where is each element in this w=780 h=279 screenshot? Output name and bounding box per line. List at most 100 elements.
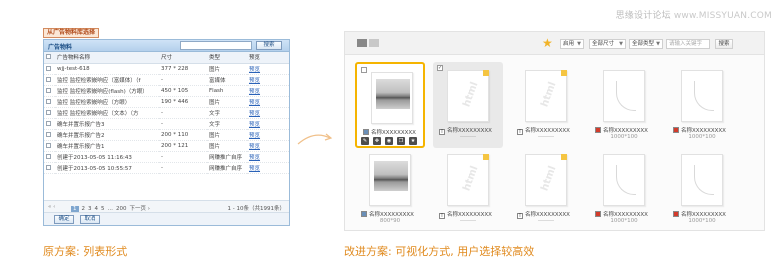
card-meta: -------- <box>460 134 476 140</box>
material-card[interactable]: 名称XXXXXXXXX 1000*100 <box>589 62 659 148</box>
card-name: 名称XXXXXXXXX <box>361 210 423 218</box>
move-icon[interactable]: ✥ <box>373 137 381 145</box>
html-placeholder-label: html <box>539 80 559 109</box>
row-preview-link[interactable]: 预览 <box>247 140 289 153</box>
row-preview-link[interactable]: 预览 <box>247 151 289 164</box>
type-filter-select[interactable]: 全部类型 ▼ <box>629 39 663 49</box>
table-row[interactable]: 确车并置乐报广告1 200 * 121 图片 预览 <box>44 140 289 153</box>
table-row[interactable]: 监控 监控检索嵌响应（富媒体）（f - 富媒体 预览 <box>44 74 289 86</box>
row-checkbox[interactable] <box>44 140 55 153</box>
row-type: 网赚推广自序 <box>207 151 247 164</box>
old-panel-frame: 广告物料 搜索 广告物料名称 尺寸 类型 预览 wjj-test-618 377 … <box>43 39 290 226</box>
row-size: 200 * 110 <box>159 129 207 142</box>
row-checkbox[interactable] <box>44 107 55 119</box>
pager-prev-arrows[interactable]: « ‹ <box>48 204 55 210</box>
table-row[interactable]: 监控 监控检索嵌响应(flash)（方眼） 450 * 105 Flash 预览 <box>44 85 289 97</box>
card-thumbnail[interactable]: html <box>447 154 489 206</box>
table-row[interactable]: wjj-test-618 377 * 228 图片 预览 <box>44 63 289 75</box>
material-card[interactable]: 名称XXXXXXXXX 800*90 <box>355 146 425 232</box>
card-thumbnail[interactable] <box>603 70 645 122</box>
row-name: 创建于2013-05-05 10:55:57 <box>55 162 159 175</box>
copy-icon[interactable]: ❐ <box>397 137 405 145</box>
old-material-table: 广告物料名称 尺寸 类型 预览 wjj-test-618 377 * 228 图片预… <box>44 52 289 175</box>
card-thumbnail[interactable]: html <box>525 70 567 122</box>
chevron-down-icon: ▼ <box>656 41 660 47</box>
card-thumbnail[interactable] <box>681 154 723 206</box>
row-preview-link[interactable]: 预览 <box>247 63 289 75</box>
old-panel-header: 广告物料 搜索 <box>44 40 289 52</box>
material-card[interactable]: 名称XXXXXXXXX 1000*100 <box>667 146 737 232</box>
card-thumbnail[interactable] <box>681 70 723 122</box>
favorite-star-icon[interactable]: ★ <box>542 37 553 49</box>
material-card[interactable]: 名称XXXXXXXXX 1000*100 <box>589 146 659 232</box>
preview-icon[interactable]: ◉ <box>385 137 393 145</box>
watermark: 思缘设计论坛 www.MISSYUAN.COM <box>616 8 772 21</box>
row-checkbox[interactable] <box>44 96 55 108</box>
old-search-button[interactable]: 搜索 <box>256 41 282 50</box>
card-thumbnail[interactable] <box>371 72 413 124</box>
table-row[interactable]: 监控 监控检索嵌响应（文本）（方 - 文字 预览 <box>44 107 289 119</box>
old-search-input[interactable] <box>180 41 252 50</box>
edit-icon[interactable]: ✎ <box>361 137 369 145</box>
card-checkbox[interactable]: ✓ <box>437 65 443 71</box>
row-preview-link[interactable]: 预览 <box>247 96 289 108</box>
image-type-icon <box>361 211 367 217</box>
row-preview-link[interactable]: 预览 <box>247 74 289 86</box>
material-card[interactable]: ✓ html T 名称XXXXXXXXX -------- <box>433 62 503 148</box>
list-view-icon[interactable] <box>369 39 379 47</box>
new-scheme-caption: 改进方案: 可视化方式, 用户选择较高效 <box>344 245 535 258</box>
confirm-button[interactable]: 确定 <box>54 215 74 224</box>
html-placeholder-label: html <box>461 80 481 109</box>
status-filter-select[interactable]: 启用 ▼ <box>560 39 584 49</box>
table-row[interactable]: 创建于2013-05-05 10:55:57- 网赚推广自序 预览 <box>44 162 289 175</box>
row-size: 377 * 228 <box>159 63 207 75</box>
row-size: - <box>159 74 207 86</box>
row-size: 450 * 105 <box>159 85 207 97</box>
row-preview-link[interactable]: 预览 <box>247 107 289 119</box>
table-row[interactable]: 创建于2013-05-05 11:16:43- 网赚推广自序 预览 <box>44 151 289 164</box>
card-name: 名称XXXXXXXXX <box>595 126 657 134</box>
row-preview-link[interactable]: 预览 <box>247 129 289 142</box>
row-checkbox[interactable] <box>44 129 55 142</box>
card-name: 名称XXXXXXXXX <box>673 210 735 218</box>
keyword-search-button[interactable]: 搜索 <box>715 39 733 49</box>
card-thumbnail[interactable]: html <box>525 154 567 206</box>
row-name: 监控 监控检索嵌响应（富媒体）（f <box>55 74 159 86</box>
row-name: 确车并置乐报广告2 <box>55 129 159 142</box>
table-row[interactable]: 确车并置乐报广告3- 文字 预览 <box>44 118 289 131</box>
card-thumbnail[interactable]: html <box>447 70 489 122</box>
row-checkbox[interactable] <box>44 74 55 86</box>
pager-page-numbers: 1 2 3 4 5… 200 下一页 › <box>71 204 153 212</box>
cancel-button[interactable]: 取消 <box>80 215 100 224</box>
row-checkbox[interactable] <box>44 118 55 131</box>
select-all-checkbox[interactable] <box>44 52 55 64</box>
old-action-bar: 确定 取消 <box>44 212 289 225</box>
card-thumbnail[interactable] <box>603 154 645 206</box>
size-filter-value: 全部尺寸 <box>592 41 615 47</box>
card-name: 名称XXXXXXXXX <box>595 210 657 218</box>
row-type: 图片 <box>207 140 247 153</box>
material-card[interactable]: html T 名称XXXXXXXXX -------- <box>433 146 503 232</box>
row-checkbox[interactable] <box>44 151 55 164</box>
row-checkbox[interactable] <box>44 162 55 175</box>
table-row[interactable]: 监控 监控检索嵌响应（方眼） 190 * 446 图片 预览 <box>44 96 289 108</box>
keyword-search-input[interactable]: 请输入关键字 <box>666 39 710 49</box>
row-preview-link[interactable]: 预览 <box>247 118 289 131</box>
card-checkbox[interactable] <box>361 67 367 73</box>
grid-view-icon[interactable] <box>357 39 367 47</box>
row-preview-link[interactable]: 预览 <box>247 162 289 175</box>
row-checkbox[interactable] <box>44 85 55 97</box>
material-card[interactable]: 名称XXXXXXXXX ✎ ✥ ◉ ❐ ★ <box>355 62 425 148</box>
table-header-row: 广告物料名称 尺寸 类型 预览 <box>44 52 289 64</box>
card-meta: 1000*100 <box>610 134 638 140</box>
material-card[interactable]: 名称XXXXXXXXX 1000*100 <box>667 62 737 148</box>
row-checkbox[interactable] <box>44 63 55 75</box>
favorite-icon[interactable]: ★ <box>409 137 417 145</box>
row-preview-link[interactable]: 预览 <box>247 85 289 97</box>
row-size: - <box>159 107 207 119</box>
size-filter-select[interactable]: 全部尺寸 ▼ <box>589 39 626 49</box>
material-card[interactable]: html T 名称XXXXXXXXX -------- <box>511 146 581 232</box>
table-row[interactable]: 确车并置乐报广告2 200 * 110 图片 预览 <box>44 129 289 142</box>
material-card[interactable]: html T 名称XXXXXXXXX -------- <box>511 62 581 148</box>
card-thumbnail[interactable] <box>369 154 411 206</box>
